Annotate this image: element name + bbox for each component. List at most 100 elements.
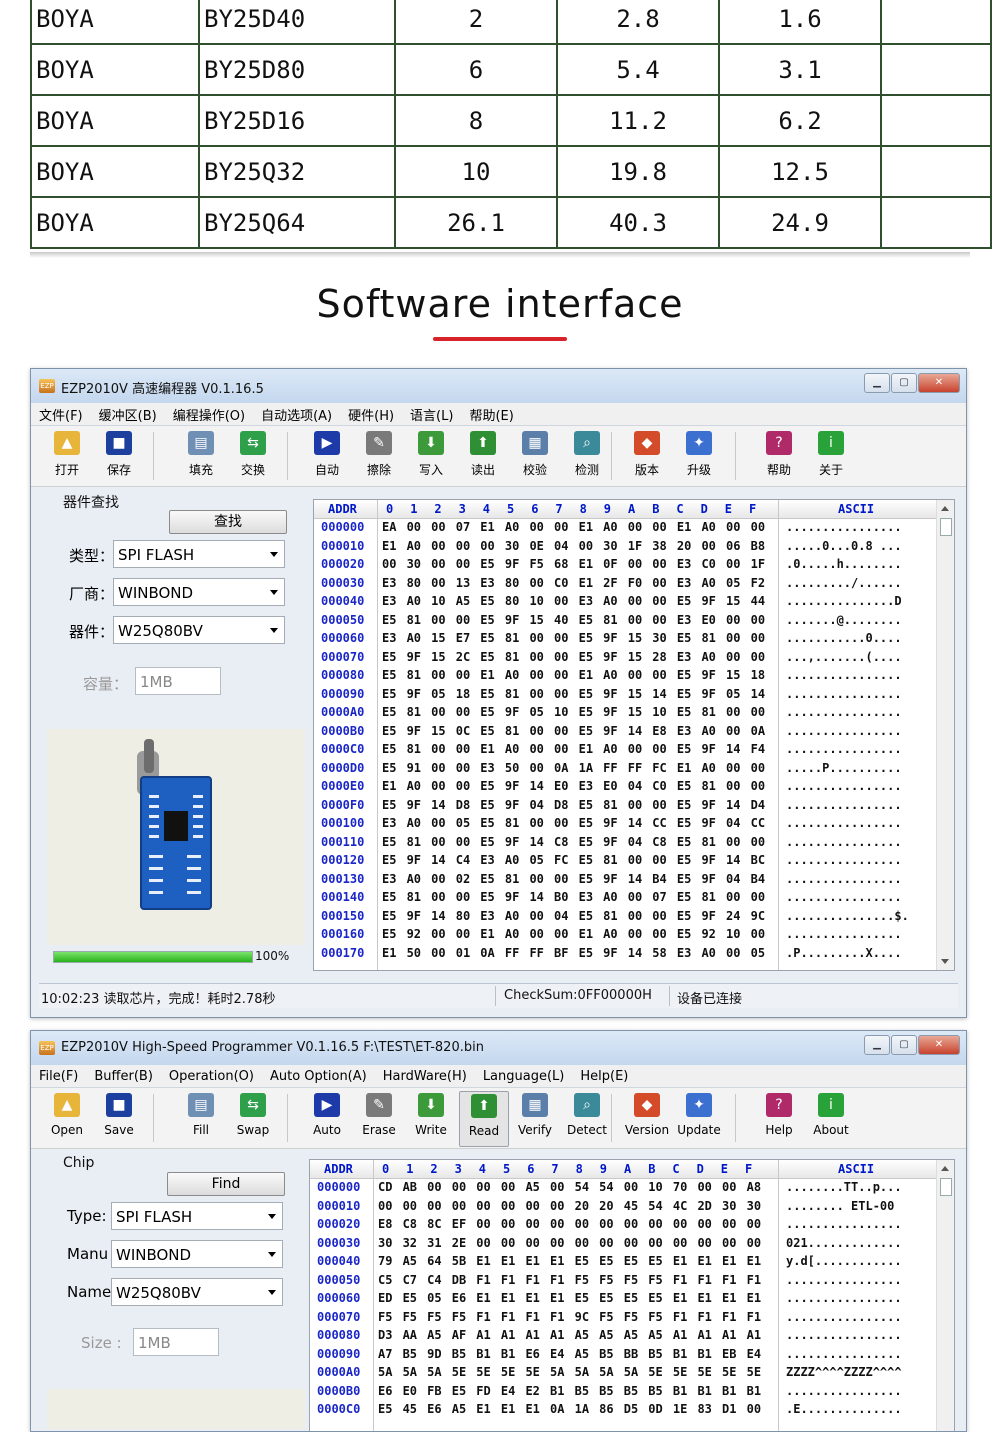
hex-ascii[interactable]: .......@........ xyxy=(786,613,902,627)
scroll-up-icon[interactable] xyxy=(941,1166,949,1171)
hex-bytes[interactable]: E3 A0 15 E7 E5 81 00 00 E5 9F 15 30 E5 8… xyxy=(382,631,765,645)
hex-ascii[interactable]: ................ xyxy=(786,816,902,830)
hex-ascii[interactable]: ................ xyxy=(786,1347,902,1361)
hex-bytes[interactable]: E3 A0 00 05 E5 81 00 00 E5 9F 14 CC E5 9… xyxy=(382,816,765,830)
hex-ascii[interactable]: ................ xyxy=(786,1310,902,1324)
toolbar-button-swap[interactable]: ⇆ Swap xyxy=(229,1091,277,1145)
find-button[interactable]: 查找 xyxy=(169,510,287,534)
toolbar-button-verify[interactable]: ▦ 校验 xyxy=(511,429,559,483)
hex-ascii[interactable]: ................ xyxy=(786,1291,902,1305)
scroll-down-icon[interactable] xyxy=(941,959,949,964)
toolbar-button-erase[interactable]: ✎ 擦除 xyxy=(355,429,403,483)
menu-item[interactable]: File(F) xyxy=(39,1069,78,1084)
toolbar-button-auto[interactable]: ▶ 自动 xyxy=(303,429,351,483)
toolbar-button-update[interactable]: ✦ Update xyxy=(675,1091,723,1145)
toolbar-button-fill[interactable]: ▤ 填充 xyxy=(177,429,225,483)
hex-bytes[interactable]: E1 A0 00 00 00 30 0E 04 00 30 1F 38 20 0… xyxy=(382,539,765,553)
scroll-thumb[interactable] xyxy=(940,1178,952,1196)
hex-bytes[interactable]: 00 00 00 00 00 00 00 00 20 20 45 54 4C 2… xyxy=(378,1199,761,1213)
hex-bytes[interactable]: E5 81 00 00 E1 A0 00 00 E1 A0 00 00 E5 9… xyxy=(382,668,765,682)
title-bar[interactable]: EZP EZP2010V 高速编程器 V0.1.16.5 ▁ ▢ ✕ xyxy=(31,369,966,403)
hex-bytes[interactable]: F5 F5 F5 F5 F1 F1 F1 F1 9C F5 F5 F5 F1 F… xyxy=(378,1310,761,1324)
hex-bytes[interactable]: E5 81 00 00 E5 9F 15 40 E5 81 00 00 E3 E… xyxy=(382,613,765,627)
toolbar-button-about[interactable]: i 关于 xyxy=(807,429,855,483)
menu-item[interactable]: HardWare(H) xyxy=(383,1069,467,1084)
hex-ascii[interactable]: ................ xyxy=(786,1328,902,1342)
menu-item[interactable]: Help(E) xyxy=(580,1069,628,1084)
hex-ascii[interactable]: ................ xyxy=(786,1217,902,1231)
manufacturer-select[interactable]: WINBOND xyxy=(113,578,285,606)
hex-bytes[interactable]: E5 9F 14 80 E3 A0 00 04 E5 81 00 00 E5 9… xyxy=(382,909,765,923)
hex-ascii[interactable]: ...............D xyxy=(786,594,902,608)
toolbar-button-swap[interactable]: ⇆ 交换 xyxy=(229,429,277,483)
hex-ascii[interactable]: ................ xyxy=(786,927,902,941)
title-bar[interactable]: EZP EZP2010V High-Speed Programmer V0.1.… xyxy=(31,1031,966,1065)
toolbar-button-erase[interactable]: ✎ Erase xyxy=(355,1091,403,1145)
menu-item[interactable]: Auto Option(A) xyxy=(270,1069,367,1084)
hex-bytes[interactable]: E5 81 00 00 E5 9F 05 10 E5 9F 15 10 E5 8… xyxy=(382,705,765,719)
hex-bytes[interactable]: 00 30 00 00 E5 9F F5 68 E1 0F 00 00 E3 C… xyxy=(382,557,765,571)
toolbar-button-fill[interactable]: ▤ Fill xyxy=(177,1091,225,1145)
hex-ascii[interactable]: ................ xyxy=(786,668,902,682)
hex-ascii[interactable]: ................ xyxy=(786,1384,902,1398)
menu-item[interactable]: 帮助(E) xyxy=(469,405,513,424)
menu-item[interactable]: Operation(O) xyxy=(169,1069,254,1084)
toolbar-button-update[interactable]: ✦ 升级 xyxy=(675,429,723,483)
menu-item[interactable]: 文件(F) xyxy=(39,405,83,424)
vertical-scrollbar[interactable] xyxy=(936,1160,954,1431)
hex-bytes[interactable]: E5 81 00 00 E1 A0 00 00 E1 A0 00 00 E5 9… xyxy=(382,742,765,756)
toolbar-button-auto[interactable]: ▶ Auto xyxy=(303,1091,351,1145)
menu-item[interactable]: 硬件(H) xyxy=(348,405,394,424)
toolbar-button-verify[interactable]: ▦ Verify xyxy=(511,1091,559,1145)
hex-ascii[interactable]: 021............. xyxy=(786,1236,902,1250)
hex-bytes[interactable]: E5 9F 14 D8 E5 9F 04 D8 E5 81 00 00 E5 9… xyxy=(382,798,765,812)
hex-bytes[interactable]: E5 9F 14 C4 E3 A0 05 FC E5 81 00 00 E5 9… xyxy=(382,853,765,867)
hex-ascii[interactable]: ........TT..p... xyxy=(786,1180,902,1194)
hex-ascii[interactable]: ........ ETL-00 xyxy=(786,1199,894,1213)
hex-bytes[interactable]: CD AB 00 00 00 00 A5 00 54 54 00 10 70 0… xyxy=(378,1180,761,1194)
hex-bytes[interactable]: E5 9F 05 18 E5 81 00 00 E5 9F 15 14 E5 9… xyxy=(382,687,765,701)
toolbar-button-save[interactable]: ■ 保存 xyxy=(95,429,143,483)
manufacturer-select[interactable]: WINBOND xyxy=(111,1240,283,1268)
hex-ascii[interactable]: .0.....h........ xyxy=(786,557,902,571)
hex-bytes[interactable]: EA 00 00 07 E1 A0 00 00 E1 A0 00 00 E1 A… xyxy=(382,520,765,534)
hex-bytes[interactable]: E3 A0 00 02 E5 81 00 00 E5 9F 14 B4 E5 9… xyxy=(382,872,765,886)
scroll-up-icon[interactable] xyxy=(941,506,949,511)
hex-bytes[interactable]: E5 91 00 00 E3 50 00 0A 1A FF FF FC E1 A… xyxy=(382,761,765,775)
toolbar-button-read[interactable]: ⬆ Read xyxy=(459,1091,509,1147)
hex-bytes[interactable]: E5 81 00 00 E5 9F 14 B0 E3 A0 00 07 E5 8… xyxy=(382,890,765,904)
hex-ascii[interactable]: ................ xyxy=(786,890,902,904)
device-select[interactable]: W25Q80BV xyxy=(111,1278,283,1306)
hex-bytes[interactable]: 30 32 31 2E 00 00 00 00 00 00 00 00 00 0… xyxy=(378,1236,761,1250)
hex-ascii[interactable]: ...............$. xyxy=(786,909,909,923)
hex-bytes[interactable]: 5A 5A 5A 5E 5E 5E 5E 5A 5A 5A 5A 5E 5E 5… xyxy=(378,1365,761,1379)
toolbar-button-version[interactable]: ◆ Version xyxy=(623,1091,671,1145)
hex-ascii[interactable]: ................ xyxy=(786,1273,902,1287)
type-select[interactable]: SPI FLASH xyxy=(111,1202,283,1230)
hex-ascii[interactable]: ................ xyxy=(786,853,902,867)
toolbar-button-version[interactable]: ◆ 版本 xyxy=(623,429,671,483)
hex-ascii[interactable]: .P.........X.... xyxy=(786,946,902,960)
maximize-button[interactable]: ▢ xyxy=(891,1035,917,1055)
hex-bytes[interactable]: E1 50 00 01 0A FF FF BF E5 9F 14 58 E3 A… xyxy=(382,946,765,960)
hex-bytes[interactable]: A7 B5 9D B5 B1 B1 E6 E4 A5 B5 BB B5 B1 B… xyxy=(378,1347,761,1361)
close-button[interactable]: ✕ xyxy=(918,373,960,393)
hex-ascii[interactable]: ...........0.... xyxy=(786,631,902,645)
menu-item[interactable]: Language(L) xyxy=(483,1069,565,1084)
hex-editor[interactable]: ADDR 0 1 2 3 4 5 6 7 8 9 A B C D E F ASCII 000000 EA 00 00 … xyxy=(313,499,955,971)
hex-ascii[interactable]: ................ xyxy=(786,520,902,534)
toolbar-button-folder-open[interactable]: ▲ 打开 xyxy=(43,429,91,483)
hex-ascii[interactable]: ................ xyxy=(786,779,902,793)
hex-ascii[interactable]: ................ xyxy=(786,798,902,812)
menu-item[interactable]: 语言(L) xyxy=(410,405,453,424)
toolbar-button-save[interactable]: ■ Save xyxy=(95,1091,143,1145)
hex-ascii[interactable]: ................ xyxy=(786,835,902,849)
hex-ascii[interactable]: ................ xyxy=(786,872,902,886)
minimize-button[interactable]: ▁ xyxy=(864,373,890,393)
hex-ascii[interactable]: ................ xyxy=(786,742,902,756)
menu-item[interactable]: Buffer(B) xyxy=(94,1069,153,1084)
find-button[interactable]: Find xyxy=(167,1172,285,1196)
hex-ascii[interactable]: ................ xyxy=(786,687,902,701)
hex-ascii[interactable]: ........./...... xyxy=(786,576,902,590)
toolbar-button-help[interactable]: ? Help xyxy=(755,1091,803,1145)
